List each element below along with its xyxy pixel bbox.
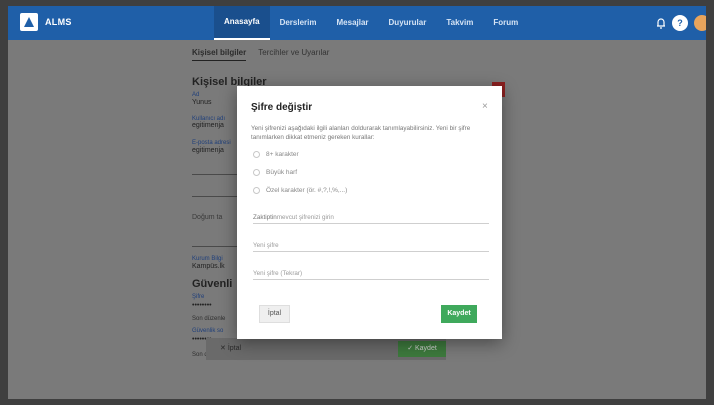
nav-item-takvim[interactable]: Takvim: [436, 6, 483, 40]
current-password-input[interactable]: Zaktiptinmevcut şifrenizi girin: [253, 214, 334, 221]
tab-tercihler[interactable]: Tercihler ve Uyarılar: [258, 48, 329, 61]
nav-item-forum[interactable]: Forum: [483, 6, 528, 40]
tab-kisisel-bilgiler[interactable]: Kişisel bilgiler: [192, 48, 247, 61]
rule-label: Özel karakter (ör. #,?,!,%,...): [266, 187, 348, 194]
nav-item-derslerim[interactable]: Derslerim: [270, 6, 327, 40]
cancel-button[interactable]: İptal: [259, 305, 290, 323]
kurum-value: Kampüs.lk: [192, 263, 225, 270]
rule-length: 8+ karakter: [253, 151, 299, 158]
guvenlik-label: Güvenlik so: [192, 328, 224, 334]
bell-icon[interactable]: [653, 15, 669, 31]
new-password-input[interactable]: Yeni şifre: [253, 242, 279, 249]
circle-icon: [253, 151, 260, 158]
eposta-label: E-posta adresi: [192, 140, 231, 146]
confirm-password-input[interactable]: Yeni şifre (Tekrar): [253, 270, 302, 277]
rule-special: Özel karakter (ör. #,?,!,%,...): [253, 187, 347, 194]
main-nav: Anasayfa Derslerim Mesajlar Duyurular Ta…: [214, 6, 528, 40]
close-icon[interactable]: ×: [482, 102, 488, 112]
logo-icon[interactable]: [20, 13, 38, 31]
kullanici-value: egitimenja: [192, 122, 224, 129]
app-window: ALMS Anasayfa Derslerim Mesajlar Duyurul…: [8, 6, 706, 399]
ad-label: Ad: [192, 92, 200, 98]
dialog-title: Şifre değiştir: [251, 102, 313, 113]
help-icon[interactable]: ?: [672, 15, 688, 31]
page-cancel-button[interactable]: ✕ İptal: [220, 344, 241, 352]
nav-item-duyurular[interactable]: Duyurular: [379, 6, 437, 40]
rule-label: Büyük harf: [266, 169, 298, 176]
son-duzenleme-1: Son düzenle: [192, 316, 226, 322]
profile-tabs: Kişisel bilgiler Tercihler ve Uyarılar: [192, 48, 329, 61]
input-underline: [253, 279, 489, 280]
input-underline: [253, 251, 489, 252]
sifre-value: ••••••••: [192, 302, 212, 309]
rule-uppercase: Büyük harf: [253, 169, 297, 176]
save-button[interactable]: Kaydet: [441, 305, 477, 323]
top-navbar: ALMS Anasayfa Derslerim Mesajlar Duyurul…: [8, 6, 706, 40]
rule-label: 8+ karakter: [266, 151, 299, 158]
circle-icon: [253, 187, 260, 194]
eposta-value: egitimenja: [192, 147, 224, 154]
page-save-button[interactable]: ✓ Kaydet: [398, 341, 446, 357]
nav-item-mesajlar[interactable]: Mesajlar: [327, 6, 379, 40]
ad-value: Yunus: [192, 99, 212, 106]
page-footer: ✕ İptal ✓ Kaydet: [206, 338, 446, 360]
avatar[interactable]: [694, 15, 706, 31]
security-title: Güvenli: [192, 278, 233, 290]
sifre-label: Şifre: [192, 294, 205, 300]
input-underline: [253, 223, 489, 224]
circle-icon: [253, 169, 260, 176]
dogum-label: Doğum ta: [192, 214, 223, 221]
kurum-label: Kurum Bilgi: [192, 256, 223, 262]
change-password-dialog: Şifre değiştir × Yeni şifrenizi aşağıdak…: [237, 86, 502, 339]
nav-item-anasayfa[interactable]: Anasayfa: [214, 6, 270, 40]
dialog-description: Yeni şifrenizi aşağıdaki ilgili alanları…: [251, 125, 471, 141]
app-name: ALMS: [45, 17, 72, 27]
